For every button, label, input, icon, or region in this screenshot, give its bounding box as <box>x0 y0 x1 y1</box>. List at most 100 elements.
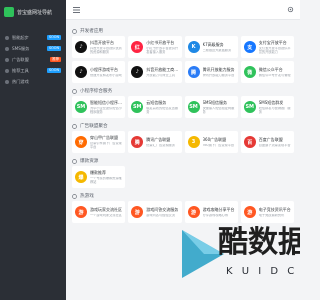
card-grid: 穿穿山甲广告联盟 巨量引擎旗下广告变现平台腾腾讯广告联盟 优量汇广告变现服务 3 360… <box>72 131 294 153</box>
site-card[interactable]: 游游戏玩家交流社区 一个游戏玩家交流社区 <box>72 201 126 223</box>
site-card[interactable]: K K7高级服务 三频推送大数据服务 <box>184 36 238 58</box>
site-logo-icon: K <box>187 41 200 53</box>
site-description: 短信群发与营销推广服务 <box>258 106 291 114</box>
site-card[interactable]: ♪抖音开放能工商平台开放能力与商业工具 <box>128 61 182 83</box>
section-title: 广告联盟聚合 <box>72 121 294 131</box>
card-grid: ♪ 抖音开放平台 抖音开放平台提供优质的资源和服务红小红书开放平台 小红书开放平台提供… <box>72 36 294 83</box>
site-card[interactable]: ♪ 抖音开放平台 抖音开放平台提供优质的资源和服务 <box>72 36 126 58</box>
site-logo-icon: 游 <box>75 206 87 218</box>
site-name: 游戏玩家交流社区 <box>90 206 122 212</box>
site-card[interactable]: 微微信公众平台 微信公众号开发与管理 <box>240 61 294 83</box>
site-logo-icon: 支 <box>243 41 256 53</box>
site-logo-icon: SM <box>187 101 200 113</box>
site-name: K7高级服务 <box>202 41 224 47</box>
section-title: 热游戏 <box>72 191 294 201</box>
site-card[interactable]: 腾腾讯开放能力服务 腾讯开放能力服务平台 <box>184 61 238 83</box>
site-card[interactable]: SM 云短信服务 稳定高效的短信发送服务 <box>128 96 182 118</box>
site-card[interactable]: SM SMS短信服务 快速接入短信验证码服务 <box>184 96 238 118</box>
site-name: 抖音开放平台 <box>90 39 114 45</box>
site-card[interactable]: SM智能短信小程序服务为中小企业提供短信小程序服务 <box>72 96 126 118</box>
site-description: 支付宝开放平台提供丰富的开放能力 <box>258 46 291 54</box>
site-name: 穿山甲广告联盟 <box>90 134 118 140</box>
site-card[interactable]: 支支付宝开放平台 支付宝开放平台提供丰富的开放能力 <box>240 36 294 58</box>
site-description: 微信公众号开发与管理 <box>258 73 291 77</box>
site-name: SMS短信群发 <box>258 99 284 105</box>
site-description: 腾讯开放能力服务平台 <box>202 73 235 77</box>
site-name: 云短信服务 <box>146 99 167 105</box>
section-tag-icon <box>72 28 77 34</box>
site-card[interactable]: 百百度广告联盟 百度旗下流量变现平台 <box>240 131 294 153</box>
site-logo-icon: 3 <box>187 136 200 148</box>
site-description: 电子竞技最新资讯 <box>258 213 285 217</box>
site-card[interactable]: 爆爆款推荐 一个专属的爆款资源推荐站 <box>72 166 126 188</box>
sidebar-item[interactable]: 广告联盟 推荐 <box>0 54 66 65</box>
site-name: 智能短信小程序服务 <box>90 99 122 105</box>
site-name: 微信公众平台 <box>258 66 283 72</box>
site-name: 百度广告联盟 <box>258 136 283 142</box>
site-logo-icon: SM <box>131 101 144 113</box>
section-title-text: 广告联盟聚合 <box>80 124 108 129</box>
section-tag-icon <box>72 193 77 199</box>
site-logo-icon: ♪ <box>75 41 87 53</box>
site-card[interactable]: SM SMS短信群发 短信群发与营销推广服务 <box>240 96 294 118</box>
site-card[interactable]: 游游戏攻略分享平台 分享游戏攻略心得 <box>184 201 238 223</box>
sidebar-item[interactable]: 推荐工具 SOON <box>0 65 66 76</box>
site-description: 百度旗下流量变现平台 <box>258 143 291 147</box>
sidebar-item-label: SMS服务 <box>12 45 30 51</box>
section-title: 小程序综合服务 <box>72 86 294 96</box>
section-title-text: 小程序综合服务 <box>80 89 113 94</box>
site-name: 小红书开放平台 <box>146 39 175 45</box>
section-title: 爆款资源 <box>72 156 294 166</box>
section-title-text: 爆款资源 <box>80 159 99 164</box>
site-logo-icon: SM <box>75 101 87 113</box>
site-card[interactable]: ♪ 小程序游戏平台 快速开发和发布小游戏 <box>72 61 126 83</box>
site-description: 一个专属的爆款资源推荐站 <box>90 176 122 184</box>
menu-icon[interactable] <box>72 6 80 14</box>
sidebar-item-badge: 推荐 <box>50 57 61 62</box>
site-logo-icon: ♪ <box>131 66 144 78</box>
site-card[interactable]: 腾腾讯广告联盟 优量汇广告变现服务 <box>128 131 182 153</box>
site-name: SMS短信服务 <box>202 99 228 105</box>
site-name: 游戏问答交流服务 <box>146 206 179 212</box>
nav-dot-icon <box>5 57 9 62</box>
brand[interactable]: 曾宝盛网址导航 <box>0 0 66 24</box>
site-logo-icon: 红 <box>131 41 144 53</box>
section-tag-icon <box>72 158 77 164</box>
site-logo-icon: 腾 <box>131 136 144 148</box>
settings-icon[interactable] <box>286 6 294 14</box>
sidebar-nav: 智能起步 SOON SMS服务 SOON 广告联盟 推荐推荐工具 SOON 热门游戏 <box>0 32 66 87</box>
site-name: 腾讯开放能力服务 <box>202 66 235 72</box>
site-logo-icon: 爆 <box>75 171 87 183</box>
site-card[interactable]: 穿穿山甲广告联盟 巨量引擎旗下广告变现平台 <box>72 131 126 153</box>
site-name: 支付宝开放平台 <box>258 39 287 45</box>
topbar <box>66 0 300 20</box>
sidebar-item[interactable]: 热门游戏 <box>0 76 66 87</box>
site-description: 快速开发和发布小游戏 <box>90 73 122 77</box>
site-card[interactable]: 红小红书开放平台 小红书开放平台提供开发者接入服务 <box>128 36 182 58</box>
site-logo-icon: 游 <box>187 206 200 218</box>
section-title-text: 开发者应用 <box>80 29 103 34</box>
section-title-text: 热游戏 <box>80 194 94 199</box>
site-logo-icon: 游 <box>243 206 256 218</box>
main-content: 开发者应用 ♪ 抖音开放平台 抖音开放平台提供优质的资源和服务红小红书开放平台 小红书开… <box>66 20 300 300</box>
site-name: 爆款推荐 <box>90 169 106 175</box>
nav-dot-icon <box>5 79 9 84</box>
sidebar-item[interactable]: 智能起步 SOON <box>0 32 66 43</box>
site-description: 小红书开放平台提供开发者接入服务 <box>146 46 179 54</box>
site-name: 抖音开放能工商平台 <box>146 66 179 72</box>
site-description: 分享游戏攻略心得 <box>202 213 229 217</box>
site-card[interactable]: 3 360广告联盟 360旗下广告变现平台 <box>184 131 238 153</box>
site-card[interactable]: 游电子竞技资讯平台 电子竞技最新资讯 <box>240 201 294 223</box>
site-card <box>128 166 181 188</box>
site-name: 游戏攻略分享平台 <box>202 206 235 212</box>
site-description: 为中小企业提供短信小程序服务 <box>90 106 122 114</box>
sidebar-item-badge: SOON <box>46 46 61 51</box>
sidebar-item[interactable]: SMS服务 SOON <box>0 43 66 54</box>
site-card <box>241 166 294 188</box>
sidebar-item-label: 广告联盟 <box>12 56 29 62</box>
site-description: 巨量引擎旗下广告变现平台 <box>90 141 122 149</box>
card-grid: 游游戏玩家交流社区 一个游戏玩家交流社区游游戏问答交流服务 游戏问答与经验交流游游戏… <box>72 201 294 223</box>
site-card[interactable]: 游游戏问答交流服务 游戏问答与经验交流 <box>128 201 182 223</box>
site-logo-icon: 游 <box>131 206 144 218</box>
site-name: 360广告联盟 <box>202 136 227 142</box>
